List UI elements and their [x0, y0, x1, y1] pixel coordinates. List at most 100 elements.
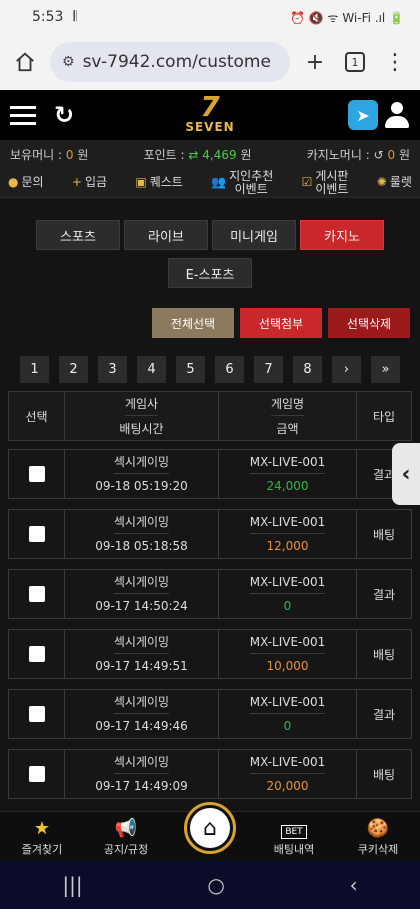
row-type: 결과 — [372, 707, 396, 722]
table-row: 섹시게이밍 09-17 14:49:09 MX-LIVE-001 20,000 배팅 — [8, 749, 412, 799]
status-icons: ⏰ 🔇 ᯤ Wi-Fi .ıl 🔋 — [290, 10, 404, 25]
tab-count: 1 — [345, 52, 365, 72]
row-provider: 섹시게이밍 — [113, 750, 170, 774]
quick-inquiry[interactable]: ● 문의 — [8, 176, 44, 189]
row-checkbox[interactable] — [28, 706, 45, 722]
site-settings-icon[interactable]: ⚙ — [62, 54, 75, 70]
balance-bar: 보유머니 : 0 원 포인트 : ⇄ 4,469 원 카지노머니 : ↺ 0 원 — [0, 140, 420, 168]
quick-deposit[interactable]: + 입금 — [72, 176, 107, 189]
tab-casino[interactable]: 카지노 — [300, 220, 384, 250]
quick-quest[interactable]: ▣ 퀘스트 — [135, 176, 182, 189]
chevron-left-icon: ‹ — [401, 461, 411, 487]
more-vert-icon: ⋮ — [384, 49, 406, 75]
point-transfer-icon: ⇄ — [188, 147, 199, 162]
refresh-icon[interactable]: ↻ — [54, 101, 74, 129]
telegram-icon[interactable]: ➤ — [348, 100, 378, 130]
pagination: 1 2 3 4 5 6 7 8 › » — [0, 356, 420, 383]
casino-balance[interactable]: 카지노머니 : ↺ 0 원 — [307, 146, 410, 163]
row-checkbox[interactable] — [28, 466, 45, 482]
row-provider: 섹시게이밍 — [113, 570, 170, 594]
site-header: ↻ 7 SEVEN ➤ — [0, 90, 420, 140]
tab-live[interactable]: 라이브 — [124, 220, 208, 250]
attach-selected-button[interactable]: 선택첨부 — [240, 308, 322, 338]
row-amount: 0 — [283, 719, 292, 733]
point-balance[interactable]: 포인트 : ⇄ 4,469 원 — [144, 146, 252, 163]
row-type: 배팅 — [372, 527, 396, 542]
row-provider: 섹시게이밍 — [113, 450, 170, 474]
row-amount: 20,000 — [266, 779, 309, 793]
row-checkbox[interactable] — [28, 766, 45, 782]
row-time: 09-17 14:50:24 — [95, 599, 188, 613]
table-row: 섹시게이밍 09-17 14:49:51 MX-LIVE-001 10,000 배팅 — [8, 629, 412, 679]
row-time: 09-17 14:49:46 — [95, 719, 188, 733]
row-time: 09-17 14:49:09 — [95, 779, 188, 793]
nav-notice[interactable]: 📢 공지/규정 — [91, 818, 161, 857]
row-type: 배팅 — [372, 767, 396, 782]
casino-refresh-icon: ↺ — [373, 147, 384, 162]
page-3[interactable]: 3 — [98, 356, 127, 383]
select-all-button[interactable]: 전체선택 — [152, 308, 234, 338]
row-game: MX-LIVE-001 — [249, 750, 326, 774]
row-provider: 섹시게이밍 — [113, 510, 170, 534]
tab-esports[interactable]: E-스포츠 — [168, 258, 252, 288]
quick-roulette[interactable]: ✺ 룰렛 — [377, 176, 412, 189]
recent-apps-icon[interactable]: ||| — [62, 873, 82, 897]
page-1[interactable]: 1 — [20, 356, 49, 383]
cookie-icon: 🍪 — [366, 818, 390, 839]
hamburger-menu-icon[interactable] — [10, 105, 36, 125]
row-amount: 10,000 — [266, 659, 309, 673]
side-panel-toggle[interactable]: ‹ — [392, 443, 420, 505]
last-page-button[interactable]: » — [371, 356, 400, 383]
row-checkbox[interactable] — [28, 586, 45, 602]
deposit-icon: + — [71, 175, 82, 189]
back-icon[interactable]: ‹ — [350, 873, 358, 897]
url-text: sv-7942.com/custome — [82, 52, 271, 72]
row-checkbox[interactable] — [28, 646, 45, 662]
status-app-icon: 𝄃 — [73, 9, 77, 25]
user-icon[interactable] — [384, 101, 410, 129]
tab-switcher-button[interactable]: 1 — [340, 52, 370, 72]
row-game: MX-LIVE-001 — [249, 630, 326, 654]
quick-board-event[interactable]: ☑ 게시판 이벤트 — [302, 169, 349, 196]
header-type: 타입 — [372, 409, 396, 424]
header-amount: 금액 — [276, 421, 299, 436]
page-8[interactable]: 8 — [293, 356, 322, 383]
browser-home-button[interactable] — [10, 47, 40, 77]
action-buttons: 전체선택 선택첨부 선택삭제 — [0, 308, 420, 338]
quest-icon: ▣ — [135, 175, 147, 189]
page-4[interactable]: 4 — [137, 356, 166, 383]
header-provider: 게임사 — [124, 392, 159, 416]
bet-history-table: 선택 게임사 배팅시간 게임명 금액 타입 섹시게이밍 09-18 05:19:20 … — [8, 391, 412, 799]
quick-menu: ● 문의 + 입금 ▣ 퀘스트 👥 지인추천 이벤트 ☑ 게시판 이벤트 ✺ 룰렛 — [0, 168, 420, 198]
table-row: 섹시게이밍 09-18 05:19:20 MX-LIVE-001 24,000 결과 — [8, 449, 412, 499]
nav-clear-cookies[interactable]: 🍪 쿠키삭제 — [343, 818, 413, 857]
nav-bet-history[interactable]: BET 배팅내역 — [259, 825, 329, 857]
page-5[interactable]: 5 — [176, 356, 205, 383]
site-logo[interactable]: 7 SEVEN — [185, 93, 235, 135]
row-checkbox[interactable] — [28, 526, 45, 542]
quick-referral-event[interactable]: 👥 지인추천 이벤트 — [211, 169, 273, 196]
home-button[interactable]: ⌂ — [184, 802, 236, 854]
tab-minigame[interactable]: 미니게임 — [212, 220, 296, 250]
next-page-button[interactable]: › — [332, 356, 361, 383]
status-bar: 5:53 𝄃 ⏰ 🔇 ᯤ Wi-Fi .ıl 🔋 — [0, 0, 420, 34]
roulette-icon: ✺ — [376, 175, 387, 189]
plus-icon: + — [305, 49, 325, 75]
address-bar[interactable]: ⚙ sv-7942.com/custome — [50, 42, 290, 82]
tab-sports[interactable]: 스포츠 — [36, 220, 120, 250]
money-balance: 보유머니 : 0 원 — [10, 147, 89, 162]
android-home-icon[interactable]: ○ — [207, 873, 224, 897]
row-game: MX-LIVE-001 — [249, 690, 326, 714]
delete-selected-button[interactable]: 선택삭제 — [328, 308, 410, 338]
referral-icon: 👥 — [211, 175, 227, 189]
row-game: MX-LIVE-001 — [249, 510, 326, 534]
page-6[interactable]: 6 — [215, 356, 244, 383]
new-tab-button[interactable]: + — [300, 50, 330, 75]
logo-text: SEVEN — [185, 120, 235, 134]
header-time: 배팅시간 — [119, 421, 164, 436]
nav-favorites[interactable]: ★ 즐겨찾기 — [7, 818, 77, 857]
page-7[interactable]: 7 — [254, 356, 283, 383]
page-2[interactable]: 2 — [59, 356, 88, 383]
browser-menu-button[interactable]: ⋮ — [380, 50, 410, 75]
star-icon: ★ — [33, 818, 51, 839]
